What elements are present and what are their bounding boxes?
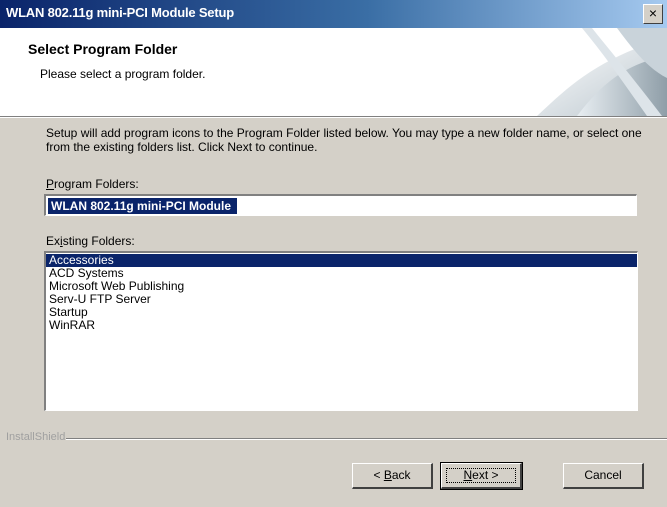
title-bar[interactable]: WLAN 802.11g mini-PCI Module Setup ×: [0, 0, 667, 28]
header-swoosh-graphic: [537, 28, 667, 116]
folder-list-item[interactable]: Serv-U FTP Server: [46, 293, 637, 306]
back-button[interactable]: < Back: [352, 463, 433, 489]
installshield-brand: InstallShield: [6, 431, 66, 443]
footer-divider: [66, 438, 667, 440]
existing-folders-label: Existing Folders:: [46, 234, 135, 248]
cancel-button[interactable]: Cancel: [563, 463, 644, 489]
folder-list-item[interactable]: Accessories: [46, 254, 637, 267]
close-button[interactable]: ×: [643, 4, 663, 24]
page-title: Select Program Folder: [28, 41, 178, 57]
setup-dialog: WLAN 802.11g mini-PCI Module Setup × Sel…: [0, 0, 667, 507]
program-folders-label: Program Folders:: [46, 177, 139, 191]
program-folder-input[interactable]: WLAN 802.11g mini-PCI Module: [44, 194, 637, 216]
dialog-header: Select Program Folder Please select a pr…: [0, 28, 667, 117]
existing-folders-list[interactable]: Accessories ACD Systems Microsoft Web Publ…: [44, 251, 638, 411]
close-icon: ×: [648, 5, 658, 21]
folder-list-item[interactable]: Startup: [46, 306, 637, 319]
folder-list-item[interactable]: WinRAR: [46, 319, 637, 332]
instructions-text: Setup will add program icons to the Prog…: [46, 126, 642, 154]
next-button[interactable]: Next >: [440, 462, 523, 490]
window-title: WLAN 802.11g mini-PCI Module Setup: [6, 5, 234, 20]
program-folder-value: WLAN 802.11g mini-PCI Module: [48, 198, 238, 214]
page-subtitle: Please select a program folder.: [40, 67, 206, 81]
